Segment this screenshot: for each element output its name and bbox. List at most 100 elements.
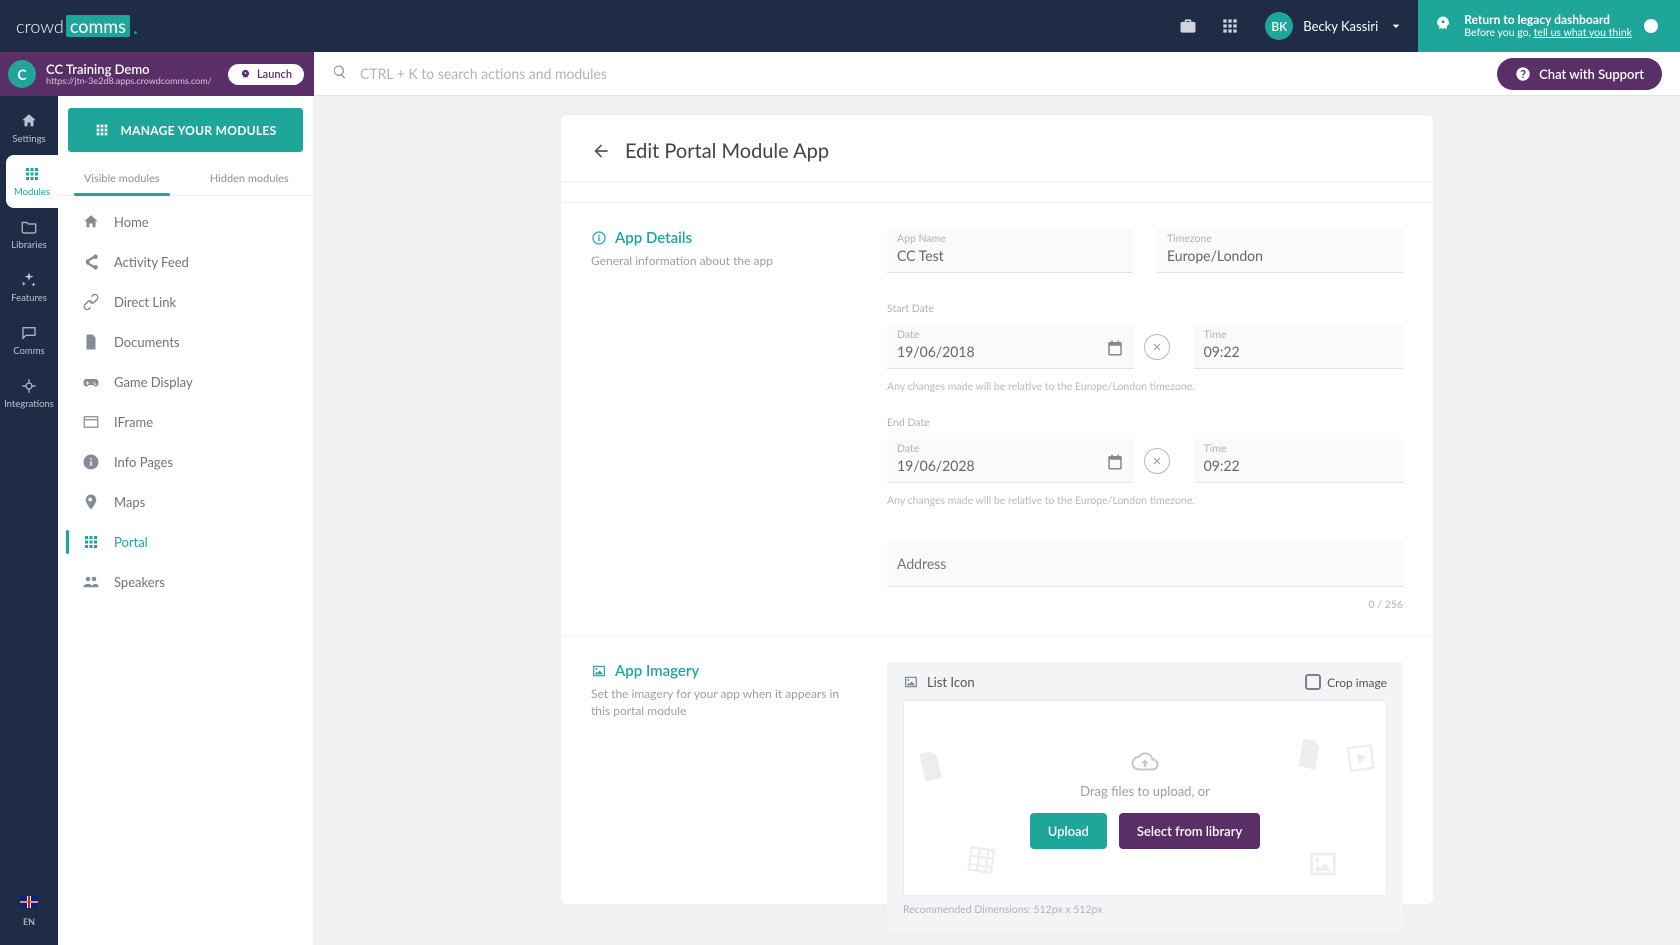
rocket-icon [1434,15,1452,37]
apps-icon[interactable] [1209,0,1251,52]
context-bar: C CC Training Demo https://jtn-3e2d8.app… [0,52,1680,96]
module-game-display[interactable]: Game Display [58,362,313,402]
nav-label: Integrations [4,399,54,410]
nav-label: Comms [13,346,44,357]
nav-integrations[interactable]: Integrations [0,367,58,420]
legacy-dashboard-link[interactable]: Return to legacy dashboard Before you go… [1418,0,1680,52]
clear-start-date-button[interactable] [1144,334,1170,360]
list-icon-uploader: List Icon Crop image Drag files to uploa… [887,662,1403,932]
manage-modules-button[interactable]: MANAGE YOUR MODULES [68,108,303,152]
module-home[interactable]: Home [58,202,313,242]
start-date-input[interactable] [887,325,1134,369]
date-label: Date [897,329,919,341]
launch-button[interactable]: Launch [228,64,304,85]
nav-label: Modules [14,187,50,198]
nav-features[interactable]: Features [0,261,58,314]
module-portal[interactable]: Portal [58,522,313,562]
module-label: Portal [114,534,148,550]
select-from-library-button[interactable]: Select from library [1119,813,1260,849]
lang-code: EN [20,916,38,927]
dropzone[interactable]: Drag files to upload, or Upload Select f… [903,700,1387,896]
language-selector[interactable]: EN [20,884,38,945]
module-documents[interactable]: Documents [58,322,313,362]
help-icon [1515,66,1531,82]
address-input[interactable] [887,541,1403,587]
timezone-label: Timezone [1167,233,1212,245]
crop-image-label: Crop image [1327,675,1387,690]
chat-support-label: Chat with Support [1539,66,1644,82]
clear-end-date-button[interactable] [1144,448,1170,474]
apps-icon [94,122,110,138]
section-title: App Details [615,229,692,247]
back-button[interactable] [591,141,611,161]
module-direct-link[interactable]: Direct Link [58,282,313,322]
nav-modules[interactable]: Modules [6,155,58,208]
legacy-subtitle: Before you go, tell us what you think [1464,27,1632,40]
user-name: Becky Kassiri [1303,18,1378,34]
calendar-icon[interactable] [1106,453,1124,475]
section-title: App Imagery [615,662,699,680]
module-label: Home [114,214,149,230]
avatar: BK [1265,12,1293,40]
logo-text-1: crowd [16,15,64,37]
crop-image-toggle[interactable]: Crop image [1305,674,1387,690]
chevron-down-icon [1388,18,1404,34]
image-icon [591,663,607,679]
ghost-play-icon [1342,739,1381,781]
legacy-indicator-icon [1644,19,1658,33]
edit-panel: Edit Portal Module App App Details Gener… [560,114,1434,905]
ghost-doc-icon [1289,734,1329,777]
project-chip: C CC Training Demo https://jtn-3e2d8.app… [0,52,314,96]
logo-text-2: comms [66,15,130,37]
nav-label: Features [11,293,47,304]
project-title: CC Training Demo [46,62,218,76]
module-maps[interactable]: Maps [58,482,313,522]
top-header: crowdcomms. BK Becky Kassiri Return to l… [0,0,1680,52]
launch-label: Launch [257,68,292,81]
module-label: Activity Feed [114,254,189,270]
section-description: Set the imagery for your app when it app… [591,686,861,720]
module-label: Speakers [114,574,165,590]
calendar-icon[interactable] [1106,339,1124,361]
end-date-label: End Date [887,417,1403,429]
drag-text: Drag files to upload, or [914,783,1376,799]
module-sidebar: MANAGE YOUR MODULES Visible modules Hidd… [58,96,314,945]
tab-hidden-modules[interactable]: Hidden modules [186,162,314,195]
date-label: Date [897,443,919,455]
time-label: Time [1204,329,1227,341]
list-icon-label: List Icon [927,674,975,690]
manage-modules-label: MANAGE YOUR MODULES [120,123,276,138]
project-badge-icon: C [8,60,36,88]
flag-uk-icon [20,896,38,908]
user-menu[interactable]: BK Becky Kassiri [1251,0,1418,52]
end-date-input[interactable] [887,439,1134,483]
main-content: Edit Portal Module App App Details Gener… [314,96,1680,945]
briefcase-icon[interactable] [1167,0,1209,52]
address-charcount: 0 / 256 [887,599,1403,611]
module-label: Documents [114,334,180,350]
module-activity-feed[interactable]: Activity Feed [58,242,313,282]
ghost-image-icon [1306,847,1340,885]
info-icon [591,230,607,246]
module-info-pages[interactable]: Info Pages [58,442,313,482]
nav-comms[interactable]: Comms [0,314,58,367]
start-date-label: Start Date [887,303,1403,315]
global-search-input[interactable] [360,65,1485,82]
nav-libraries[interactable]: Libraries [0,208,58,261]
module-label: Game Display [114,374,193,390]
upload-button[interactable]: Upload [1030,813,1107,849]
search-icon [332,64,348,84]
legacy-title: Return to legacy dashboard [1464,13,1632,27]
module-label: Direct Link [114,294,176,310]
app-name-label: App Name [897,233,946,245]
rocket-icon [240,69,251,80]
nav-settings[interactable]: Settings [0,102,58,155]
section-description: General information about the app [591,253,861,270]
module-label: Info Pages [114,454,173,470]
tab-visible-modules[interactable]: Visible modules [58,162,186,195]
logo: crowdcomms. [16,15,138,37]
module-label: Maps [114,494,145,510]
chat-support-button[interactable]: Chat with Support [1497,58,1662,90]
module-iframe[interactable]: IFrame [58,402,313,442]
module-speakers[interactable]: Speakers [58,562,313,602]
